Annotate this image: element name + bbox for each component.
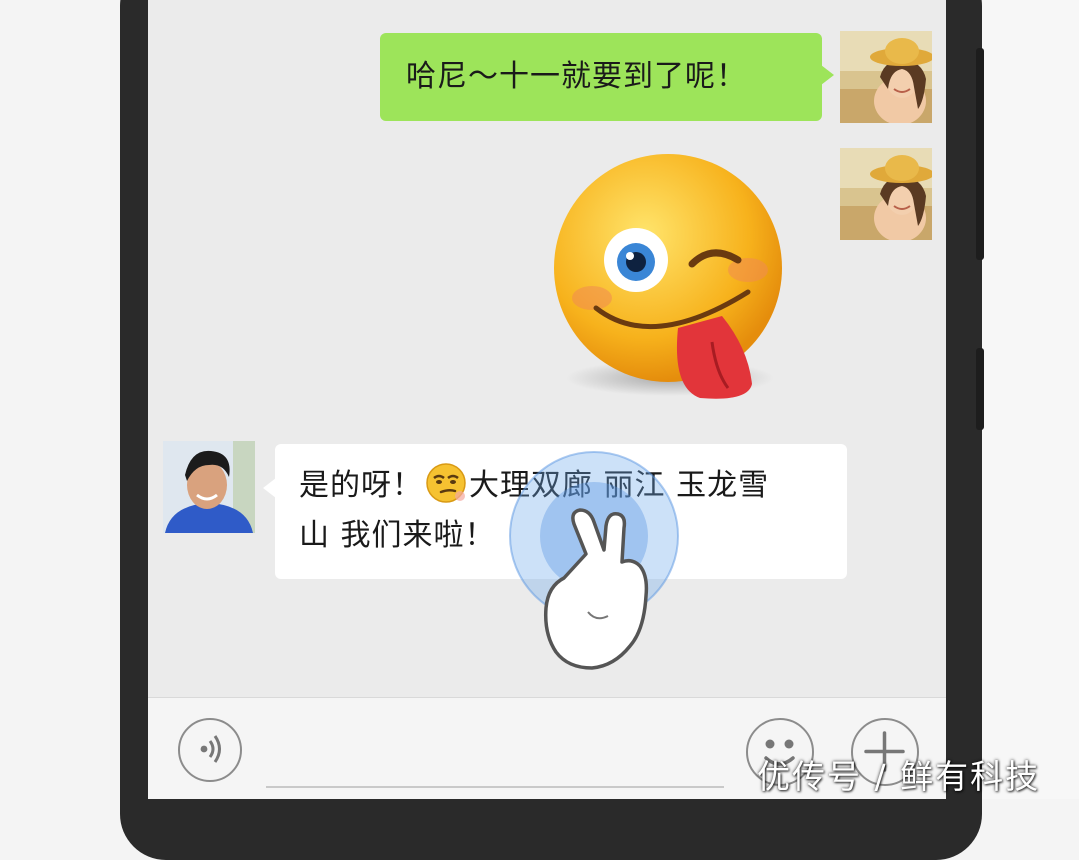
my-avatar[interactable] bbox=[840, 31, 932, 123]
smirk-face-icon bbox=[425, 462, 467, 504]
voice-button[interactable] bbox=[178, 718, 242, 782]
sent-message-bubble[interactable]: 哈尼～十一就要到了呢！ bbox=[380, 33, 834, 121]
outer-background bbox=[980, 0, 1079, 799]
volume-button bbox=[976, 48, 984, 260]
received-message-bubble[interactable]: 是的呀！ 大理双廊 丽江 玉龙雪 山 我们来啦！ bbox=[263, 444, 847, 579]
received-message-text-cont: 大理双廊 丽江 玉龙雪 bbox=[469, 468, 770, 503]
chat-screen: 哈尼～十一就要到了呢！ 是的呀！ 大理双廊 丽江 玉龙雪 山 我们来啦！ bbox=[148, 0, 946, 799]
watermark-text: 优传号 / 鲜有科技 bbox=[757, 757, 1041, 796]
received-message-text: 是的呀！ bbox=[299, 468, 423, 503]
sent-message-text: 哈尼～十一就要到了呢！ bbox=[406, 59, 747, 94]
friend-avatar[interactable] bbox=[163, 441, 255, 533]
my-avatar[interactable] bbox=[840, 148, 932, 240]
winking-tongue-sticker[interactable] bbox=[552, 152, 788, 408]
received-message-text-line2: 山 我们来啦！ bbox=[299, 518, 496, 553]
message-input-field[interactable] bbox=[266, 786, 724, 788]
voice-icon bbox=[200, 735, 221, 763]
power-button bbox=[976, 348, 984, 430]
